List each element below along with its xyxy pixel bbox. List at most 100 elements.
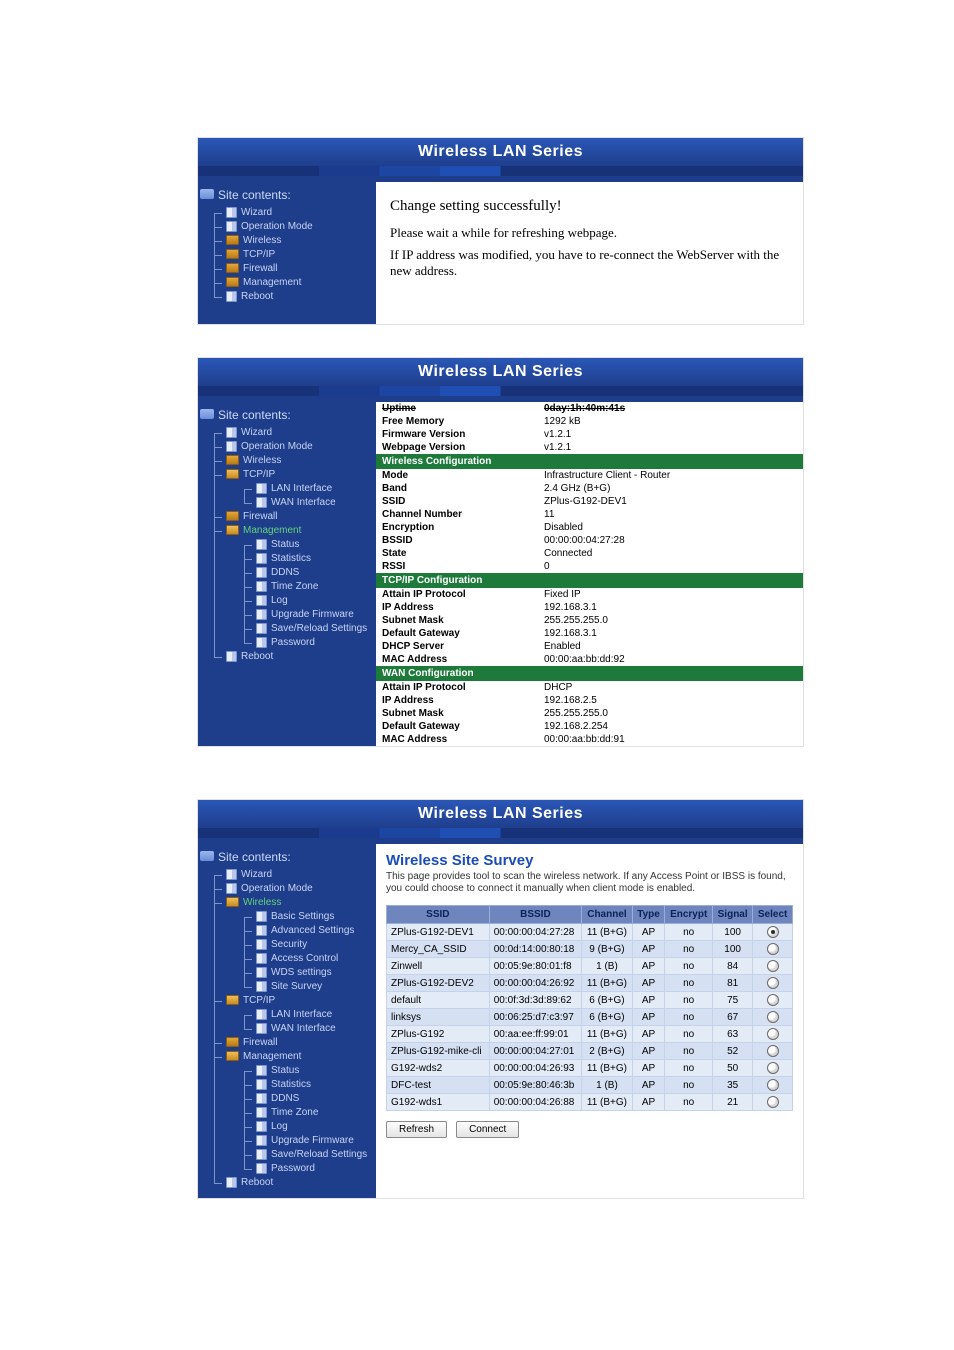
sidebar-item[interactable]: Operation Mode [204, 220, 376, 234]
sidebar-item[interactable]: Statistics [234, 1078, 376, 1092]
sidebar-item[interactable]: ManagementStatusStatisticsDDNSTime ZoneL… [204, 524, 376, 650]
select-radio[interactable] [767, 1028, 779, 1040]
page-icon [256, 483, 267, 494]
sidebar-item[interactable]: Security [234, 938, 376, 952]
sidebar-item[interactable]: Upgrade Firmware [234, 1134, 376, 1148]
status-key: Band [376, 482, 538, 495]
sidebar-item[interactable]: LAN Interface [234, 1008, 376, 1022]
sidebar-item[interactable]: Status [234, 538, 376, 552]
status-key: Attain IP Protocol [376, 681, 538, 694]
sidebar-item[interactable]: ManagementStatusStatisticsDDNSTime ZoneL… [204, 1050, 376, 1176]
sidebar-item[interactable]: Wireless [204, 454, 376, 468]
sidebar-item[interactable]: Advanced Settings [234, 924, 376, 938]
select-radio[interactable] [767, 1011, 779, 1023]
sidebar-item[interactable]: Time Zone [234, 1106, 376, 1120]
sidebar-item[interactable]: TCP/IPLAN InterfaceWAN Interface [204, 994, 376, 1036]
select-radio[interactable] [767, 960, 779, 972]
scan-row: ZPlus-G19200:aa:ee:ff:99:0111 (B+G)APno6… [387, 1026, 793, 1043]
cell-channel: 11 (B+G) [582, 1094, 633, 1111]
sidebar-item[interactable]: WAN Interface [234, 496, 376, 510]
sidebar-item[interactable]: Wireless [204, 234, 376, 248]
select-radio[interactable] [767, 1079, 779, 1091]
cell-bssid: 00:06:25:d7:c3:97 [489, 1009, 581, 1026]
sidebar-item[interactable]: Password [234, 1162, 376, 1176]
column-header: Channel [582, 906, 633, 924]
status-value: 192.168.3.1 [538, 601, 803, 614]
select-radio[interactable] [767, 1045, 779, 1057]
sidebar-item[interactable]: TCP/IPLAN InterfaceWAN Interface [204, 468, 376, 510]
page-icon [256, 595, 267, 606]
select-radio[interactable] [767, 994, 779, 1006]
status-key: Free Memory [376, 415, 538, 428]
folder-icon [226, 277, 239, 287]
sidebar-item[interactable]: WirelessBasic SettingsAdvanced SettingsS… [204, 896, 376, 994]
cell-channel: 6 (B+G) [582, 1009, 633, 1026]
sidebar-item[interactable]: Upgrade Firmware [234, 608, 376, 622]
cell-type: AP [632, 992, 665, 1009]
sidebar-item[interactable]: Reboot [204, 290, 376, 304]
sidebar-item[interactable]: Basic Settings [234, 910, 376, 924]
sidebar-item-label: Firewall [243, 1037, 277, 1048]
sidebar-item-label: Upgrade Firmware [271, 1135, 354, 1146]
sidebar-item[interactable]: Log [234, 1120, 376, 1134]
message-heading: Change setting successfully! [390, 198, 789, 215]
select-radio[interactable] [767, 1062, 779, 1074]
status-row: Webpage Versionv1.2.1 [376, 441, 803, 454]
sidebar-item[interactable]: Firewall [204, 262, 376, 276]
sidebar-item[interactable]: Management [204, 276, 376, 290]
sidebar-item[interactable]: Wizard [204, 206, 376, 220]
sidebar-item[interactable]: WAN Interface [234, 1022, 376, 1036]
status-value: ZPlus-G192-DEV1 [538, 495, 803, 508]
sidebar-item[interactable]: Time Zone [234, 580, 376, 594]
sidebar-item-label: Status [271, 539, 299, 550]
sidebar-item[interactable]: Site Survey [234, 980, 376, 994]
cell-ssid: ZPlus-G192-DEV2 [387, 975, 490, 992]
sidebar-item[interactable]: Reboot [204, 650, 376, 664]
sidebar-item[interactable]: Access Control [234, 952, 376, 966]
sidebar-item[interactable]: Log [234, 594, 376, 608]
connect-button[interactable]: Connect [456, 1121, 519, 1138]
cell-ssid: ZPlus-G192-mike-cli [387, 1043, 490, 1060]
cell-bssid: 00:0d:14:00:80:18 [489, 941, 581, 958]
refresh-button[interactable]: Refresh [386, 1121, 447, 1138]
status-key: Mode [376, 469, 538, 482]
cell-signal: 67 [713, 1009, 753, 1026]
sidebar-item[interactable]: Wizard [204, 426, 376, 440]
sidebar-item[interactable]: Status [234, 1064, 376, 1078]
sidebar-item[interactable]: WDS settings [234, 966, 376, 980]
status-value: 11 [538, 508, 803, 521]
sidebar-item[interactable]: Firewall [204, 1036, 376, 1050]
scan-row: ZPlus-G192-mike-cli00:00:00:04:27:012 (B… [387, 1043, 793, 1060]
sidebar-item[interactable]: DDNS [234, 1092, 376, 1106]
cell-channel: 6 (B+G) [582, 992, 633, 1009]
sidebar-item[interactable]: Reboot [204, 1176, 376, 1190]
select-radio[interactable] [767, 943, 779, 955]
sidebar-item[interactable]: TCP/IP [204, 248, 376, 262]
select-radio[interactable] [767, 977, 779, 989]
sidebar-item[interactable]: Statistics [234, 552, 376, 566]
sidebar-item[interactable]: DDNS [234, 566, 376, 580]
select-radio[interactable] [767, 1096, 779, 1108]
page-icon [226, 221, 237, 232]
sidebar-item-label: Firewall [243, 263, 277, 274]
cell-encrypt: no [665, 1043, 713, 1060]
sidebar-item[interactable]: Firewall [204, 510, 376, 524]
sidebar-item-label: LAN Interface [271, 483, 332, 494]
page-icon [256, 1065, 267, 1076]
sidebar-item-label: Wizard [241, 427, 272, 438]
sidebar-item[interactable]: Save/Reload Settings [234, 622, 376, 636]
sidebar-item[interactable]: LAN Interface [234, 482, 376, 496]
cell-select [753, 1060, 793, 1077]
sidebar-item[interactable]: Operation Mode [204, 440, 376, 454]
status-table: Uptime0day:1h:40m:41sFree Memory1292 kBF… [376, 402, 803, 746]
select-radio[interactable] [767, 926, 779, 938]
sidebar-item[interactable]: Save/Reload Settings [234, 1148, 376, 1162]
sidebar-item[interactable]: Password [234, 636, 376, 650]
scan-row: DFC-test00:05:9e:80:46:3b1 (B)APno35 [387, 1077, 793, 1094]
sidebar-item[interactable]: Operation Mode [204, 882, 376, 896]
cell-select [753, 992, 793, 1009]
cell-encrypt: no [665, 1060, 713, 1077]
cell-select [753, 1094, 793, 1111]
sidebar-item[interactable]: Wizard [204, 868, 376, 882]
sidebar-item-label: Wizard [241, 207, 272, 218]
